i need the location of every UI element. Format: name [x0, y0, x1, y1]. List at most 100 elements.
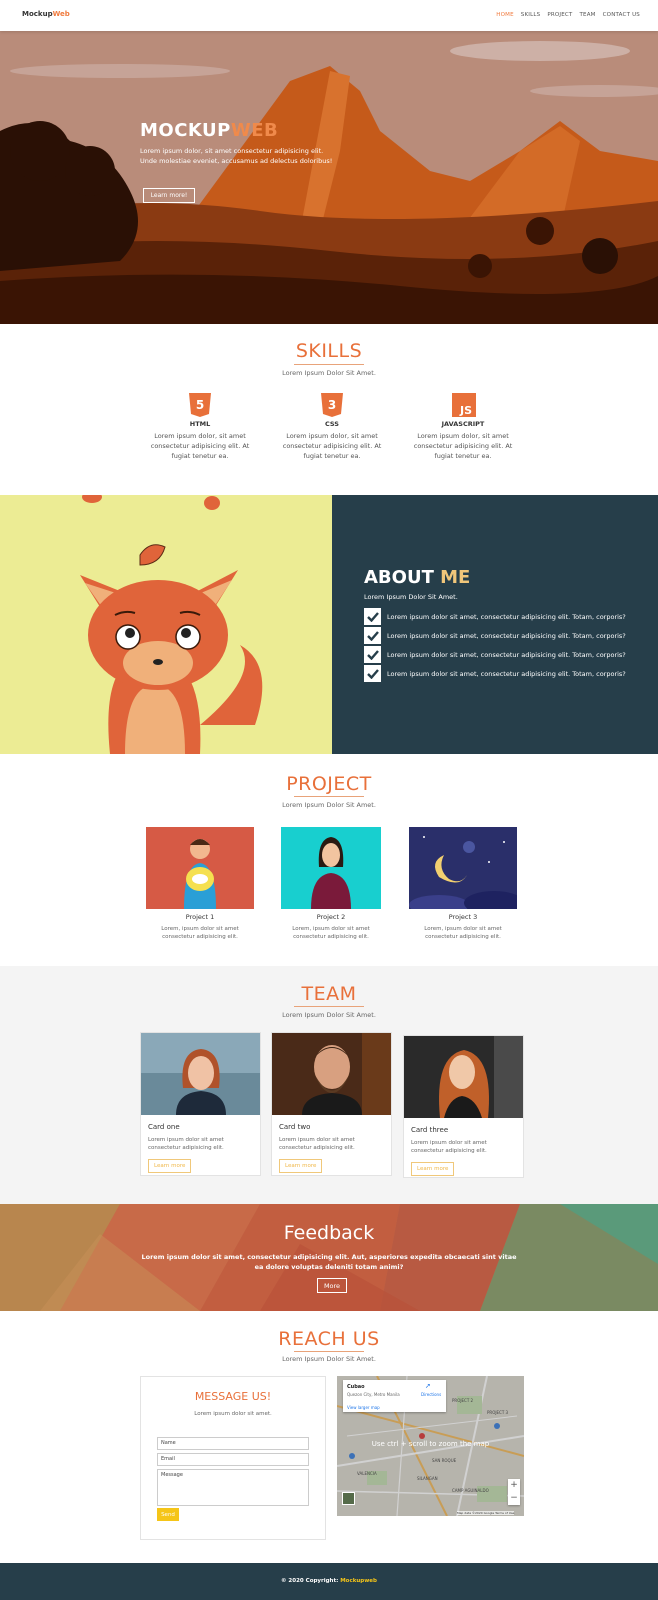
map-address: Quezon City, Metro Manila [347, 1392, 400, 1397]
map-info-card: Cubao Quezon City, Metro Manila View lar… [343, 1380, 446, 1412]
skill-name: JAVASCRIPT [441, 420, 485, 428]
project-name: Project 1 [185, 913, 215, 921]
zoom-in-button[interactable]: + [508, 1479, 520, 1492]
footer-link[interactable]: Mockupweb [340, 1578, 377, 1584]
project-image [146, 827, 254, 909]
map-label: SAN ROQUE [432, 1458, 457, 1463]
name-field[interactable]: Name [157, 1437, 309, 1450]
skill-desc: Lorem ipsum dolor, sit amet consectetur … [413, 432, 513, 460]
checkmark-icon [364, 608, 381, 625]
footer-copyright: © 2020 Copyright: Mockupweb [281, 1578, 377, 1584]
svg-text:JS: JS [459, 404, 472, 417]
map-label: VALENCIA [357, 1471, 377, 1476]
html5-icon: 5 [189, 393, 211, 417]
skill-javascript: JS JAVASCRIPT Lorem ipsum dolor, sit ame… [408, 393, 518, 461]
map-zoom-controls: + − [508, 1479, 520, 1505]
about-check-item: Lorem ipsum dolor sit amet, consectetur … [364, 646, 626, 663]
card-title: Card three [411, 1126, 449, 1134]
svg-text:5: 5 [196, 398, 204, 412]
map-label: CAMP AGUINALDO [452, 1488, 489, 1493]
about-check-item: Lorem ipsum dolor sit amet, consectetur … [364, 665, 626, 682]
project-name: Project 3 [448, 913, 478, 921]
project-divider [294, 796, 364, 797]
svg-text:3: 3 [328, 398, 336, 412]
google-map[interactable]: Cubao Quezon City, Metro Manila View lar… [337, 1376, 524, 1516]
team-photo [141, 1033, 260, 1115]
team-subtitle: Lorem Ipsum Dolor Sit Amet. [282, 1011, 376, 1019]
nav-link-skills[interactable]: SKILLS [521, 12, 541, 18]
skill-name: CSS [325, 420, 339, 428]
learn-more-button[interactable]: Learn more! [143, 188, 195, 203]
team-card-3: Card three Lorem ipsum dolor sit amet co… [403, 1035, 524, 1178]
send-button[interactable]: Send [157, 1508, 179, 1521]
about-subtitle: Lorem Ipsum Dolor Sit Amet. [364, 593, 458, 601]
reach-subtitle: Lorem Ipsum Dolor Sit Amet. [282, 1355, 376, 1363]
project-desc: Lorem, ipsum dolor sit amet consectetur … [292, 926, 370, 940]
nav-link-home[interactable]: HOME [496, 12, 514, 18]
project-card-2[interactable]: Project 2 Lorem, ipsum dolor sit amet co… [277, 827, 385, 941]
card-learn-more-button[interactable]: Learn more [411, 1162, 455, 1176]
map-label: PROJECT 3 [487, 1410, 509, 1415]
email-field[interactable]: Email [157, 1453, 309, 1466]
skill-html: 5 HTML Lorem ipsum dolor, sit amet conse… [145, 393, 255, 461]
skills-subtitle: Lorem Ipsum Dolor Sit Amet. [282, 369, 376, 377]
map-place-name: Cubao [347, 1384, 365, 1390]
directions-icon[interactable]: ➚ [425, 1382, 431, 1390]
team-photo [272, 1033, 391, 1115]
map-satellite-toggle[interactable] [342, 1492, 355, 1505]
nav-link-project[interactable]: PROJECT [547, 12, 572, 18]
project-card-3[interactable]: Project 3 Lorem, ipsum dolor sit amet co… [409, 827, 517, 941]
nav-links: HOME SKILLS PROJECT TEAM CONTACT US [496, 12, 640, 18]
skill-css: 3 CSS Lorem ipsum dolor, sit amet consec… [277, 393, 387, 461]
map-label: SILANGAN [417, 1476, 438, 1481]
css3-icon: 3 [321, 393, 343, 417]
team-card-1: Card one Lorem ipsum dolor sit amet cons… [140, 1032, 261, 1176]
reach-divider [294, 1351, 364, 1352]
reach-title: REACH US [278, 1328, 380, 1350]
hero-title: MOCKUPWEB [140, 120, 279, 141]
project-desc: Lorem, ipsum dolor sit amet consectetur … [161, 926, 239, 940]
nav-link-team[interactable]: TEAM [579, 12, 595, 18]
about-check-item: Lorem ipsum dolor sit amet, consectetur … [364, 627, 626, 644]
hero-landscape-illustration [0, 31, 658, 324]
more-button[interactable]: More [317, 1278, 347, 1293]
map-label: PROJECT 2 [452, 1398, 474, 1403]
card-learn-more-button[interactable]: Learn more [148, 1159, 192, 1173]
brand-logo[interactable]: MockupWeb [22, 10, 70, 18]
feedback-text: Lorem ipsum dolor sit amet, consectetur … [141, 1253, 517, 1271]
message-subtitle: Lorem ipsum dolor sit amet. [194, 1411, 272, 1417]
skills-title: SKILLS [295, 340, 363, 362]
map-zoom-hint: Use ctrl + scroll to zoom the map [371, 1440, 490, 1448]
skill-desc: Lorem ipsum dolor, sit amet consectetur … [282, 432, 382, 460]
checkmark-icon [364, 665, 381, 682]
about-check-text: Lorem ipsum dolor sit amet, consectetur … [387, 631, 626, 640]
team-photo [404, 1036, 523, 1118]
project-desc: Lorem, ipsum dolor sit amet consectetur … [424, 926, 502, 940]
project-card-1[interactable]: Project 1 Lorem, ipsum dolor sit amet co… [146, 827, 254, 941]
navbar: MockupWeb HOME SKILLS PROJECT TEAM CONTA… [0, 0, 658, 31]
team-divider [294, 1006, 364, 1007]
about-check-text: Lorem ipsum dolor sit amet, consectetur … [387, 612, 626, 621]
skill-desc: Lorem ipsum dolor, sit amet consectetur … [150, 432, 250, 460]
view-larger-map-link[interactable]: View larger map [347, 1405, 380, 1410]
card-learn-more-button[interactable]: Learn more [279, 1159, 323, 1173]
card-title: Card two [279, 1123, 311, 1131]
about-check-text: Lorem ipsum dolor sit amet, consectetur … [387, 650, 626, 659]
about-title: ABOUT ME [364, 567, 471, 588]
checkmark-icon [364, 627, 381, 644]
card-desc: Lorem ipsum dolor sit amet consectetur a… [279, 1137, 355, 1151]
feedback-title: Feedback [283, 1222, 375, 1244]
zoom-out-button[interactable]: − [508, 1492, 520, 1505]
card-desc: Lorem ipsum dolor sit amet consectetur a… [148, 1137, 224, 1151]
project-subtitle: Lorem Ipsum Dolor Sit Amet. [282, 801, 376, 809]
directions-link[interactable]: Directions [421, 1392, 441, 1397]
project-title: PROJECT [286, 773, 372, 795]
js-icon: JS [452, 393, 476, 417]
team-title: TEAM [301, 983, 357, 1005]
about-check-text: Lorem ipsum dolor sit amet, consectetur … [387, 669, 626, 678]
message-field[interactable]: Message [157, 1469, 309, 1506]
skill-name: HTML [189, 420, 211, 428]
hero-text: Lorem ipsum dolor, sit amet consectetur … [140, 147, 333, 165]
nav-link-contact[interactable]: CONTACT US [603, 12, 640, 18]
message-title: MESSAGE US! [194, 1390, 272, 1403]
